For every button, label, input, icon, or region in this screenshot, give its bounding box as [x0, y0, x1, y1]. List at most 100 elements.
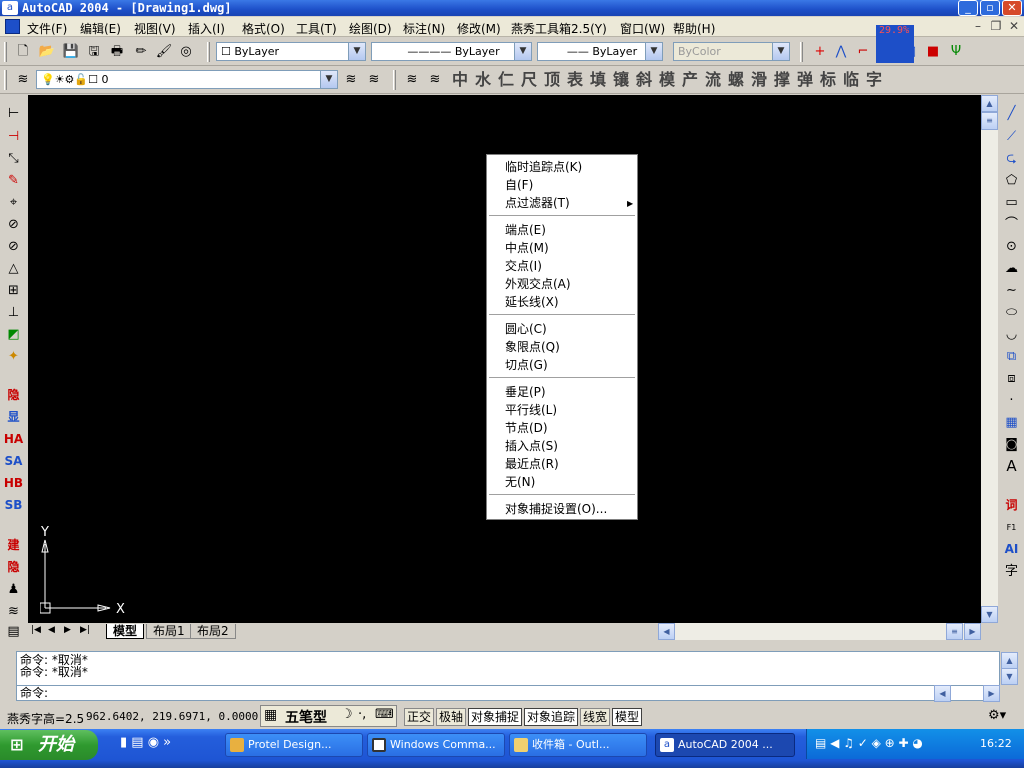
chevron-down-icon[interactable]: ▼ [348, 43, 365, 60]
toolbar-grip[interactable] [393, 70, 396, 90]
yanxiu-tool-button[interactable]: 中 [449, 70, 471, 90]
construction-line-icon[interactable]: ⟋ [1001, 126, 1022, 147]
tab-model[interactable]: 模型 [106, 624, 145, 639]
dim-diameter-icon[interactable]: ⌖ [3, 192, 24, 213]
task-autocad[interactable]: a AutoCAD 2004 ... [655, 733, 795, 757]
layer-block-icon[interactable]: ■ [923, 42, 943, 62]
doc-restore-button[interactable]: ❐ [988, 19, 1004, 34]
toolbar-grip[interactable] [4, 70, 7, 90]
toggle-polar[interactable]: 极轴 [436, 708, 467, 726]
show-button[interactable]: 显 [3, 407, 24, 428]
toolbar-grip[interactable] [4, 42, 7, 62]
person-icon[interactable]: ♟ [3, 579, 24, 600]
menu-item-midpoint[interactable]: 中点(M) [505, 241, 549, 255]
new-icon[interactable]: 🗋 [13, 42, 33, 62]
dim-angular-icon[interactable]: ⊘ [3, 214, 24, 235]
line-icon[interactable]: ╱ [1001, 103, 1022, 124]
menu-view[interactable]: 视图(V) [134, 20, 176, 37]
grass-icon[interactable]: Ψ [946, 42, 966, 62]
toolbar-grip[interactable] [207, 42, 210, 62]
f1-icon[interactable]: F1 [1001, 517, 1022, 538]
moon-icon[interactable]: ☽ [341, 707, 353, 722]
ime-bar[interactable]: ▦ 五笔型 ☽ ·, ⌨ [260, 705, 397, 727]
doc-minimize-button[interactable]: – [970, 19, 986, 34]
menu-item-intersection[interactable]: 交点(I) [505, 259, 542, 273]
build-button[interactable]: 建 [3, 535, 24, 556]
document-icon[interactable] [5, 19, 20, 34]
menu-item-from[interactable]: 自(F) [505, 178, 533, 192]
punctuation-icon[interactable]: ·, [358, 707, 366, 722]
menu-item-nearest[interactable]: 最近点(R) [505, 457, 559, 471]
menu-file[interactable]: 文件(F) [27, 20, 67, 37]
yanxiu-tool-button[interactable]: 仁 [495, 70, 517, 90]
keyboard-icon[interactable]: ⌨ [375, 707, 394, 722]
hb-button[interactable]: HB [3, 473, 24, 494]
sb-button[interactable]: SB [3, 495, 24, 516]
menu-insert[interactable]: 插入(I) [188, 20, 225, 37]
hook-icon[interactable]: ⌐ [853, 42, 873, 62]
menu-item-parallel[interactable]: 平行线(L) [505, 403, 557, 417]
word-button[interactable]: 词 [1001, 495, 1022, 516]
menu-draw[interactable]: 绘图(D) [349, 20, 392, 37]
tray-settings-icon[interactable]: ⚙▾ [988, 708, 1006, 723]
make-block-icon[interactable]: ⧈ [1001, 368, 1022, 389]
autocad-app-icon[interactable]: a [2, 1, 18, 15]
arc-icon[interactable]: ⌒ [1001, 214, 1022, 235]
print-icon[interactable]: 🖶 [107, 42, 127, 62]
menu-tools[interactable]: 工具(T) [296, 20, 337, 37]
scroll-left-icon[interactable]: ◀ [658, 623, 675, 640]
toggle-lineweight[interactable]: 线宽 [580, 708, 611, 726]
ellipse-icon[interactable]: ⬭ [1001, 302, 1022, 323]
save-as-icon[interactable]: 🖫 [84, 42, 104, 62]
yanxiu-tool-button[interactable]: 撑 [771, 70, 793, 90]
menu-item-node[interactable]: 节点(D) [505, 421, 548, 435]
dim-center-icon[interactable]: ✦ [3, 346, 24, 367]
dim-baseline-icon[interactable]: △ [3, 258, 24, 279]
insert-block-icon[interactable]: ⧉ [1001, 346, 1022, 367]
circle-icon[interactable]: ⊙ [1001, 236, 1022, 257]
yanxiu-tool-button[interactable]: 镶 [610, 70, 632, 90]
ha-button[interactable]: HA [3, 429, 24, 450]
menu-item-osnap-settings[interactable]: 对象捕捉设置(O)... [505, 502, 607, 516]
yanxiu-tool-button[interactable]: 流 [702, 70, 724, 90]
tab-last-icon[interactable]: ▶| [80, 625, 90, 635]
scroll-down-icon[interactable]: ▼ [981, 606, 998, 623]
menu-item-point-filters[interactable]: 点过滤器(T) [505, 196, 570, 210]
chevron-down-icon[interactable]: ▼ [320, 71, 337, 88]
dim-quick-icon[interactable]: ⊘ [3, 236, 24, 257]
dim-radius-icon[interactable]: ✎ [3, 170, 24, 191]
menu-item-extension[interactable]: 延长线(X) [505, 295, 559, 309]
menu-yanxiu-toolbox[interactable]: 燕秀工具箱2.5(Y) [511, 20, 607, 37]
tab-next-icon[interactable]: ▶ [64, 625, 71, 635]
lineweight-select[interactable]: —— ByLayer ▼ [537, 42, 663, 61]
yanxiu-tool-button[interactable]: 产 [679, 70, 701, 90]
menu-item-tangent[interactable]: 切点(G) [505, 358, 548, 372]
chevron-down-icon[interactable]: ▼ [645, 43, 662, 60]
layer-manager-icon[interactable]: ≋ [13, 70, 33, 90]
polygon-icon[interactable]: ⬠ [1001, 170, 1022, 191]
chevron-down-icon[interactable]: ▼ [514, 43, 531, 60]
menu-help[interactable]: 帮助(H) [673, 20, 715, 37]
target-icon[interactable]: ◎ [176, 42, 196, 62]
start-button[interactable]: ⊞ 开始 [0, 730, 98, 760]
cmd-scroll-down-icon[interactable]: ▼ [1001, 668, 1018, 685]
linetype-select[interactable]: ———— ByLayer ▼ [371, 42, 532, 61]
ime-logo-icon[interactable]: ▦ [264, 707, 277, 723]
rectangle-icon[interactable]: ▭ [1001, 192, 1022, 213]
text-style-icon[interactable]: 字 [1001, 561, 1022, 582]
tab-layout1[interactable]: 布局1 [146, 624, 192, 639]
yanxiu-tool-button[interactable]: 螺 [725, 70, 747, 90]
point-icon[interactable]: · [1001, 390, 1022, 411]
menu-item-none[interactable]: 无(N) [505, 475, 535, 489]
tab-layout2[interactable]: 布局2 [190, 624, 236, 639]
menu-item-endpoint[interactable]: 端点(E) [505, 223, 546, 237]
layer-tool-icon[interactable]: ≋ [425, 70, 445, 90]
menu-item-insertion[interactable]: 插入点(S) [505, 439, 558, 453]
minimize-button[interactable]: _ [958, 0, 978, 16]
toggle-ortho[interactable]: 正交 [404, 708, 435, 726]
doc-close-button[interactable]: ✕ [1006, 19, 1022, 34]
dim-aligned-icon[interactable]: ⊣ [3, 126, 24, 147]
hatch-icon[interactable]: ▦ [1001, 412, 1022, 433]
tray-icons[interactable]: ▤ ◀ ♫ ✓ ◈ ⊕ ✚ ◕ [815, 736, 923, 750]
scroll-right-icon[interactable]: ▶ [964, 623, 981, 640]
